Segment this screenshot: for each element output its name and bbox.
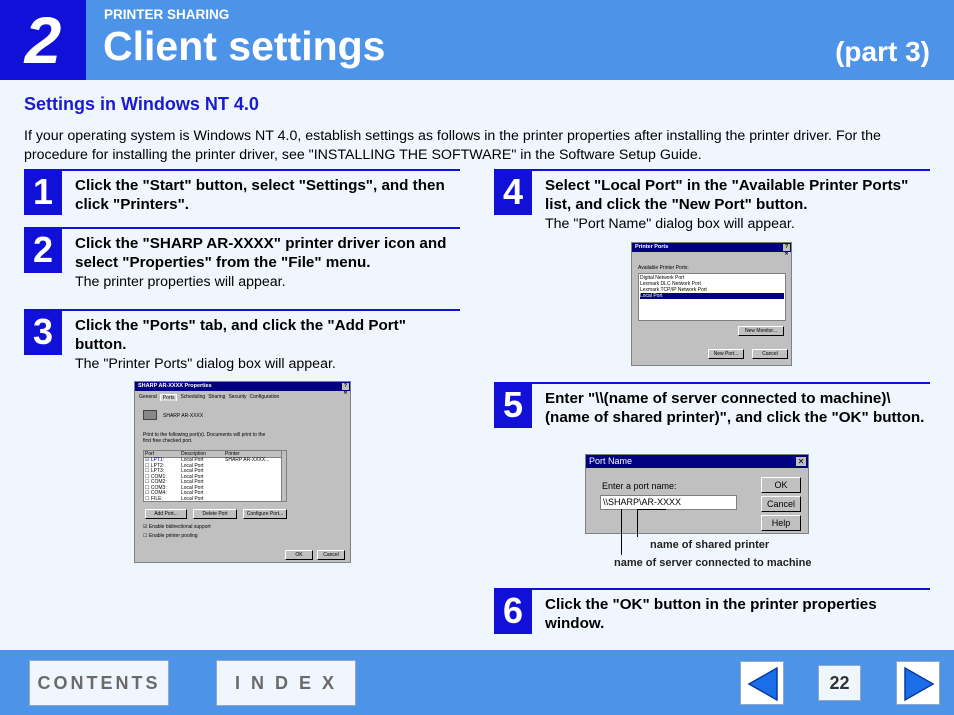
step-divider [494, 169, 930, 171]
step-description: The "Printer Ports" dialog box will appe… [75, 356, 336, 372]
tab-scheduling[interactable]: Scheduling [180, 394, 205, 401]
new-port-button[interactable]: New Port... [708, 349, 744, 359]
step-divider [494, 382, 930, 384]
step-number: 4 [494, 169, 532, 215]
ok-button[interactable]: OK [285, 550, 313, 560]
tab-configuration[interactable]: Configuration [250, 394, 280, 401]
ports-label: Available Printer Ports: [638, 265, 689, 271]
callout-server: name of server connected to machine [614, 557, 812, 569]
arrow-left-icon [747, 666, 778, 702]
port-name-input[interactable]: \\SHARP\AR-XXXX [600, 495, 737, 510]
step-divider [24, 169, 460, 171]
tab-ports[interactable]: Ports [159, 394, 178, 401]
subsection-title: Settings in Windows NT 4.0 [24, 94, 259, 114]
pooling-checkbox[interactable]: ☐ Enable printer pooling [143, 533, 198, 539]
step-number: 6 [494, 588, 532, 634]
available-ports-list[interactable]: Digital Network Port Lexmark DLC Network… [638, 273, 786, 321]
table-cell [224, 497, 274, 503]
index-button[interactable]: I N D E X [216, 660, 356, 706]
step-number: 2 [24, 227, 62, 273]
printer-properties-window: SHARP AR-XXXX Properties ?✕ General Port… [134, 381, 351, 563]
ports-list[interactable]: Port Description Printer ☑ LPT1: Local Port S… [143, 450, 287, 502]
printer-icon [143, 410, 157, 420]
step-text: Enter "\\(name of server connected to ma… [545, 390, 925, 426]
scrollbar[interactable] [281, 451, 286, 501]
callout-bracket [637, 509, 666, 510]
step-5: 5 Enter "\\(name of server connected to … [494, 382, 930, 452]
step-3: 3 Click the "Ports" tab, and click the "… [24, 309, 460, 379]
printer-ports-window: Printer Ports ?✕ Available Printer Ports… [631, 242, 792, 366]
step-description: The printer properties will appear. [75, 274, 286, 290]
tab-sharing[interactable]: Sharing [208, 394, 225, 401]
page-number: 22 [818, 665, 861, 701]
port-name-label: Enter a port name: [602, 481, 677, 491]
window-titlebar: Port Name ✕ [586, 455, 808, 468]
step-1: 1 Click the "Start" button, select "Sett… [24, 169, 460, 219]
callout-line-printer [637, 509, 638, 537]
step-4: 4 Select "Local Port" in the "Available … [494, 169, 930, 239]
step-2: 2 Click the "SHARP AR-XXXX" printer driv… [24, 227, 460, 297]
step-6: 6 Click the "OK" button in the printer p… [494, 588, 930, 636]
help-button[interactable]: Help [761, 515, 801, 531]
port-name-window: Port Name ✕ Enter a port name: \\SHARP\A… [585, 454, 809, 534]
cancel-button[interactable]: Cancel [752, 349, 788, 359]
table-cell: Local Port [181, 495, 204, 502]
cancel-button[interactable]: Cancel [317, 550, 345, 560]
list-item-selected[interactable]: Local Port [640, 293, 784, 299]
printer-name: SHARP AR-XXXX [163, 413, 204, 419]
table-cell: ☐ FILE: [145, 495, 163, 502]
step-number: 1 [24, 169, 62, 215]
step-divider [24, 227, 460, 229]
new-monitor-button[interactable]: New Monitor... [738, 326, 784, 336]
tab-general[interactable]: General [139, 394, 157, 401]
page-title: Client settings [103, 23, 386, 69]
step-divider [494, 588, 930, 590]
window-title: Port Name [589, 456, 633, 466]
callout-shared-printer: name of shared printer [650, 539, 770, 551]
window-titlebar: SHARP AR-XXXX Properties ?✕ [135, 382, 350, 396]
window-title: SHARP AR-XXXX Properties [138, 383, 212, 389]
close-icon[interactable]: ✕ [796, 457, 806, 466]
part-label: (part 3) [835, 36, 930, 67]
pooling-label: Enable printer pooling [148, 533, 198, 539]
section-label: PRINTER SHARING [104, 7, 230, 22]
cancel-button[interactable]: Cancel [761, 496, 801, 512]
step-text: Select "Local Port" in the "Available Pr… [545, 177, 909, 213]
ok-button[interactable]: OK [761, 477, 801, 493]
step-text: Click the "Ports" tab, and click the "Ad… [75, 317, 406, 353]
step-number: 5 [494, 382, 532, 428]
step-text: Click the "OK" button in the printer pro… [545, 596, 877, 632]
window-title: Printer Ports [635, 244, 669, 250]
step-description: The "Port Name" dialog box will appear. [545, 216, 795, 232]
bidi-label: Enable bidirectional support [148, 524, 211, 530]
bidi-checkbox[interactable]: ☑ Enable bidirectional support [143, 524, 211, 530]
tab-strip: General Ports Scheduling Sharing Securit… [139, 394, 279, 401]
intro-paragraph: If your operating system is Windows NT 4… [24, 128, 881, 163]
contents-button[interactable]: CONTENTS [29, 660, 169, 706]
add-port-button[interactable]: Add Port... [145, 509, 187, 519]
chapter-box: 2 [0, 0, 86, 80]
arrow-right-icon [904, 666, 935, 702]
close-icon[interactable]: ?✕ [783, 244, 790, 257]
print-to-text: Print to the following port(s). Document… [143, 432, 266, 444]
close-icon[interactable]: ?✕ [342, 383, 349, 396]
prev-page-button[interactable] [740, 661, 784, 705]
ports-table: Port Description Printer ☑ LPT1: Local Port S… [144, 451, 286, 502]
next-page-button[interactable] [896, 661, 940, 705]
tab-security[interactable]: Security [228, 394, 246, 401]
configure-port-button[interactable]: Configure Port... [243, 509, 287, 519]
chapter-number: 2 [24, 3, 62, 77]
step-divider [24, 309, 460, 311]
delete-port-button[interactable]: Delete Port [193, 509, 237, 519]
step-number: 3 [24, 309, 62, 355]
step-text: Click the "SHARP AR-XXXX" printer driver… [75, 235, 447, 271]
window-titlebar: Printer Ports ?✕ [632, 243, 791, 257]
table-row[interactable]: ☐ FILE: Local Port [144, 495, 286, 503]
callout-line-server [621, 509, 622, 555]
step-text: Click the "Start" button, select "Settin… [75, 177, 445, 213]
